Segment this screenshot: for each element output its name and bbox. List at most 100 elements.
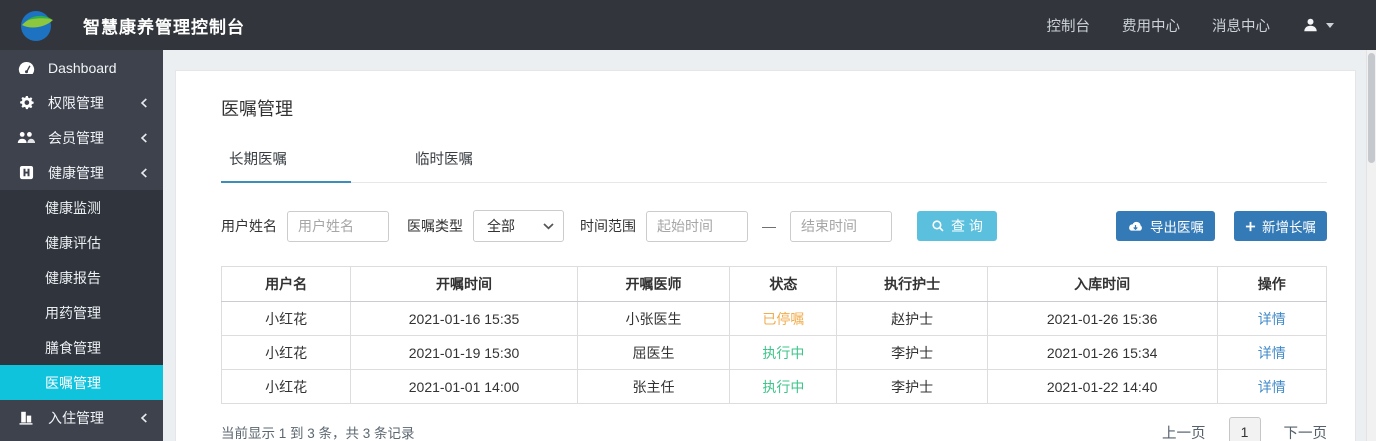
plus-icon xyxy=(1245,221,1256,232)
table-row: 小红花 2021-01-16 15:35 小张医生 已停嘱 赵护士 2021-0… xyxy=(220,301,1328,336)
chevron-down-icon xyxy=(543,222,554,230)
cell-store-time: 2021-01-22 14:40 xyxy=(986,369,1218,404)
caret-down-icon xyxy=(1326,22,1334,28)
cell-order-time: 2021-01-19 15:30 xyxy=(350,335,578,370)
sidebar-item-label: 用药管理 xyxy=(45,304,101,321)
status-badge: 已停嘱 xyxy=(729,301,838,336)
building-icon xyxy=(17,410,35,425)
table-header-row: 用户名 开嘱时间 开嘱医师 状态 执行护士 入库时间 操作 xyxy=(220,266,1328,302)
sidebar-item-label: 医嘱管理 xyxy=(45,374,101,391)
top-nav: 控制台 费用中心 消息中心 xyxy=(1047,15,1376,36)
dashboard-icon xyxy=(17,61,35,75)
table-row: 小红花 2021-01-19 15:30 屈医生 执行中 李护士 2021-01… xyxy=(220,335,1328,370)
app-title: 智慧康养管理控制台 xyxy=(83,17,245,37)
tab-long-term-orders[interactable]: 长期医嘱 xyxy=(221,137,351,183)
col-order-time: 开嘱时间 xyxy=(350,266,578,302)
col-username: 用户名 xyxy=(220,266,352,302)
cell-username: 小红花 xyxy=(220,335,352,370)
end-time-input[interactable] xyxy=(790,210,892,242)
order-type-select[interactable]: 全部 xyxy=(473,210,564,242)
sidebar-item-dashboard[interactable]: Dashboard xyxy=(0,50,163,85)
export-orders-label: 导出医嘱 xyxy=(1150,220,1204,235)
brand: 智慧康养管理控制台 xyxy=(0,7,245,43)
username-input[interactable] xyxy=(287,210,389,242)
sidebar-item-permissions[interactable]: 权限管理 xyxy=(0,85,163,120)
pagination: 上一页 1 下一页 xyxy=(1162,417,1327,441)
cell-nurse: 李护士 xyxy=(836,335,988,370)
cell-order-time: 2021-01-01 14:00 xyxy=(350,369,578,404)
sidebar-item-medication[interactable]: 用药管理 xyxy=(0,295,163,330)
table-row: 小红花 2021-01-01 14:00 张主任 执行中 李护士 2021-01… xyxy=(220,369,1328,404)
sidebar-item-health[interactable]: 健康管理 xyxy=(0,155,163,190)
health-icon xyxy=(17,165,35,180)
order-type-value: 全部 xyxy=(487,218,515,234)
sidebar-item-label: 健康监测 xyxy=(45,199,101,216)
search-button[interactable]: 查 询 xyxy=(917,211,997,241)
col-nurse: 执行护士 xyxy=(836,266,988,302)
page-number-button[interactable]: 1 xyxy=(1228,417,1261,441)
tab-temporary-orders[interactable]: 临时医嘱 xyxy=(407,137,537,183)
orders-table: 用户名 开嘱时间 开嘱医师 状态 执行护士 入库时间 操作 小红花 2021-0… xyxy=(220,266,1328,404)
cell-doctor: 张主任 xyxy=(576,369,731,404)
time-range-label: 时间范围 xyxy=(580,218,636,234)
sidebar-item-label: 健康管理 xyxy=(48,164,104,181)
sidebar-item-label: 膳食管理 xyxy=(45,339,101,356)
content-card: 医嘱管理 长期医嘱 临时医嘱 用户姓名 医嘱类型 全部 时间范围 — xyxy=(175,70,1356,441)
sidebar-item-medical-orders[interactable]: 医嘱管理 xyxy=(0,365,163,400)
nav-message-center[interactable]: 消息中心 xyxy=(1212,15,1270,36)
sidebar-item-health-monitor[interactable]: 健康监测 xyxy=(0,190,163,225)
sidebar-item-diet[interactable]: 膳食管理 xyxy=(0,330,163,365)
status-badge: 执行中 xyxy=(729,369,838,404)
gear-icon xyxy=(17,95,35,110)
sidebar-item-health-report[interactable]: 健康报告 xyxy=(0,260,163,295)
sidebar-item-label: 权限管理 xyxy=(48,94,104,111)
tabs: 长期医嘱 临时医嘱 xyxy=(221,137,1327,183)
cell-store-time: 2021-01-26 15:34 xyxy=(986,335,1218,370)
vertical-scrollbar[interactable] xyxy=(1366,50,1376,441)
start-time-input[interactable] xyxy=(646,210,748,242)
status-badge: 执行中 xyxy=(729,335,838,370)
scrollbar-thumb[interactable] xyxy=(1368,53,1375,163)
cell-nurse: 赵护士 xyxy=(836,301,988,336)
prev-page-link[interactable]: 上一页 xyxy=(1162,422,1206,441)
table-footer: 当前显示 1 到 3 条，共 3 条记录 上一页 1 下一页 xyxy=(221,404,1327,441)
detail-link[interactable]: 详情 xyxy=(1258,311,1286,327)
add-order-label: 新增长嘱 xyxy=(1262,220,1316,235)
col-store-time: 入库时间 xyxy=(986,266,1218,302)
username-label: 用户姓名 xyxy=(221,218,277,234)
chevron-left-icon xyxy=(140,97,148,108)
col-doctor: 开嘱医师 xyxy=(576,266,731,302)
filter-bar: 用户姓名 医嘱类型 全部 时间范围 — xyxy=(221,210,1327,242)
page-title: 医嘱管理 xyxy=(221,99,293,119)
top-header: 智慧康养管理控制台 控制台 费用中心 消息中心 xyxy=(0,0,1376,50)
user-icon xyxy=(1302,17,1319,33)
chevron-left-icon xyxy=(140,167,148,178)
user-menu[interactable] xyxy=(1302,17,1334,33)
nav-console[interactable]: 控制台 xyxy=(1047,15,1091,36)
detail-link[interactable]: 详情 xyxy=(1258,379,1286,395)
sidebar-submenu-health: 健康监测 健康评估 健康报告 用药管理 膳食管理 医嘱管理 xyxy=(0,190,163,400)
sidebar-item-label: 健康报告 xyxy=(45,269,101,286)
cloud-download-icon xyxy=(1127,220,1144,233)
sidebar-item-checkin[interactable]: 入住管理 xyxy=(0,400,163,435)
col-actions: 操作 xyxy=(1216,266,1328,302)
add-order-button[interactable]: 新增长嘱 xyxy=(1234,211,1327,241)
cell-doctor: 屈医生 xyxy=(576,335,731,370)
action-buttons: 导出医嘱 新增长嘱 xyxy=(1116,211,1327,241)
cell-username: 小红花 xyxy=(220,369,352,404)
next-page-link[interactable]: 下一页 xyxy=(1284,422,1328,441)
sidebar: Dashboard 权限管理 会员管理 健康管理 健康监测 健康评估 健康报告 … xyxy=(0,50,163,441)
nav-billing-center[interactable]: 费用中心 xyxy=(1122,15,1180,36)
sidebar-item-label: 会员管理 xyxy=(48,129,104,146)
cell-username: 小红花 xyxy=(220,301,352,336)
records-summary: 当前显示 1 到 3 条，共 3 条记录 xyxy=(221,426,415,441)
sidebar-item-label: Dashboard xyxy=(48,59,117,76)
search-icon xyxy=(931,219,945,233)
users-icon xyxy=(17,131,35,144)
search-button-label: 查 询 xyxy=(951,218,983,234)
app-logo-icon xyxy=(19,7,55,43)
export-orders-button[interactable]: 导出医嘱 xyxy=(1116,211,1215,241)
sidebar-item-members[interactable]: 会员管理 xyxy=(0,120,163,155)
detail-link[interactable]: 详情 xyxy=(1258,345,1286,361)
sidebar-item-health-assess[interactable]: 健康评估 xyxy=(0,225,163,260)
